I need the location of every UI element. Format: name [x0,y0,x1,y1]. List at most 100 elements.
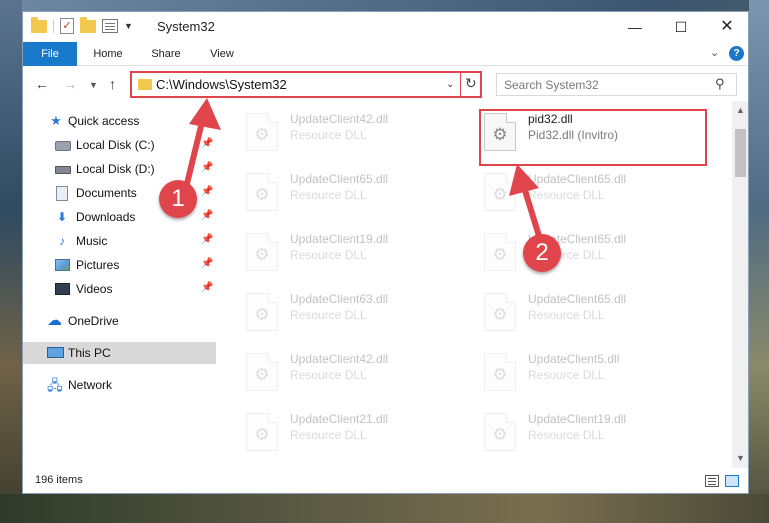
file-description: Resource DLL [290,248,367,262]
annotation-badge-1: 1 [159,180,197,218]
properties-icon[interactable] [102,19,118,33]
pin-icon[interactable]: 📌 [201,282,213,293]
gear-icon: ⚙ [492,185,508,204]
pin-icon[interactable]: 📌 [201,258,213,269]
list-item[interactable]: ⚙ UpdateClient42.dll Resource DLL [240,108,470,168]
file-description: Resource DLL [528,308,605,322]
sidebar-item-label: Quick access [68,114,140,128]
gear-icon: ⚙ [254,305,270,324]
file-name: UpdateClient65.dll [290,172,389,186]
forward-arrow-icon[interactable]: → [63,76,77,92]
list-item[interactable]: ⚙ UpdateClient21.dll Resource DLL [240,408,470,468]
file-description: Resource DLL [290,428,367,442]
sidebar-item-pictures[interactable]: Pictures 📌 [23,254,216,276]
address-bar[interactable]: C:\Windows\System32 ⌄ ↻ [130,71,482,98]
folder-icon [138,79,152,90]
file-description: Resource DLL [290,308,367,322]
sidebar-item-music[interactable]: ♪ Music 📌 [23,230,216,252]
list-item[interactable]: ⚙ UpdateClient42.dll Resource DLL [240,348,470,408]
sidebar-item-videos[interactable]: Videos 📌 [23,278,216,300]
pin-icon[interactable]: 📌 [201,210,213,221]
vertical-scrollbar[interactable]: ▲ ▼ [732,101,748,468]
search-icon[interactable]: ⚲ [715,76,725,92]
new-folder-icon[interactable] [80,16,96,33]
music-icon: ♪ [59,234,65,248]
gear-icon: ⚙ [492,245,508,264]
pid32-highlight-box [479,109,707,166]
network-icon: 🖧 [47,377,63,393]
title-bar: ✓ ▼ System32 — ☐ ✕ [23,12,748,42]
annotation-badge-2: 2 [523,234,561,272]
up-arrow-icon[interactable]: ↑ [109,76,116,92]
large-icons-view-icon[interactable] [725,475,739,487]
list-item[interactable]: ⚙ UpdateClient65.dll Resource DLL [240,168,470,228]
sidebar-item-label: Downloads [76,210,136,224]
search-input[interactable]: Search System32 [504,78,599,92]
file-name: UpdateClient42.dll [290,352,389,366]
file-description: Resource DLL [528,428,605,442]
properties-check-icon[interactable]: ✓ [60,18,74,34]
sidebar-item-label: OneDrive [68,314,119,328]
list-item[interactable]: ⚙ UpdateClient19.dll Resource DLL [240,228,470,288]
file-name: UpdateClient19.dll [528,412,627,426]
sidebar-item-label: Local Disk (D:) [76,162,155,176]
desktop-background-bottom [0,494,769,523]
scroll-down-arrow-icon[interactable]: ▼ [736,453,745,463]
list-item[interactable]: ⚙ UpdateClient5.dll Resource DLL [478,348,708,408]
sidebar-item-network[interactable]: 🖧 Network [23,374,216,396]
item-count: 196 items [35,474,83,486]
sidebar-item-label: Network [68,378,113,392]
list-item[interactable]: ⚙ UpdateClient65.dll Resource DLL [478,288,708,348]
list-item[interactable]: ⚙ UpdateClient63.dll Resource DLL [240,288,470,348]
gear-icon: ⚙ [492,425,508,444]
close-button[interactable]: ✕ [704,12,748,42]
pin-icon[interactable]: 📌 [201,234,213,245]
sidebar-item-label: This PC [68,346,111,360]
sidebar-item-label: Local Disk (C:) [76,138,155,152]
dll-file-icon: ⚙ [484,413,516,451]
scrollbar-thumb[interactable] [735,129,746,177]
help-icon[interactable]: ? [729,46,744,61]
desktop-background-right [749,0,769,523]
folder-icon[interactable] [31,16,47,33]
gear-icon: ⚙ [492,305,508,324]
tab-view[interactable]: View [195,42,249,66]
address-dropdown-chevron-icon[interactable]: ⌄ [446,79,454,90]
maximize-button[interactable]: ☐ [658,12,704,42]
drive-icon [55,141,71,151]
back-arrow-icon[interactable]: ← [35,76,49,92]
dll-file-icon: ⚙ [246,173,278,211]
sidebar-item-this-pc[interactable]: This PC [23,342,216,364]
dll-file-icon: ⚙ [484,353,516,391]
sidebar-item-onedrive[interactable]: ☁ OneDrive [23,310,216,332]
file-name: UpdateClient42.dll [290,112,389,126]
address-path[interactable]: C:\Windows\System32 [156,77,287,92]
navigation-bar: ← → ▼ ↑ C:\Windows\System32 ⌄ ↻ Search S… [23,67,748,101]
tab-share[interactable]: Share [139,42,193,66]
dll-file-icon: ⚙ [246,353,278,391]
file-explorer-window: ✓ ▼ System32 — ☐ ✕ File Home Share View … [22,11,749,494]
file-description: Resource DLL [290,128,367,142]
details-view-icon[interactable] [705,475,719,487]
gear-icon: ⚙ [254,125,270,144]
scroll-up-arrow-icon[interactable]: ▲ [736,105,745,115]
address-divider [460,73,461,96]
expand-ribbon-chevron-icon[interactable]: ⌄ [710,46,719,59]
customize-toolbar-chevron-down-icon[interactable]: ▼ [124,21,133,31]
refresh-icon[interactable]: ↻ [465,75,477,92]
ribbon-tabs: File Home Share View ⌄ ? [23,42,748,66]
sidebar-item-label: Pictures [76,258,120,272]
recent-locations-chevron-icon[interactable]: ▼ [89,80,98,90]
list-item[interactable]: ⚙ UpdateClient19.dll Resource DLL [478,408,708,468]
minimize-button[interactable]: — [612,12,658,42]
download-icon: ⬇ [56,210,68,224]
pc-icon [47,347,64,358]
quick-access-toolbar: ✓ ▼ [31,16,133,34]
tab-file[interactable]: File [23,42,77,66]
onedrive-icon: ☁ [47,312,62,329]
search-box[interactable]: Search System32 ⚲ [496,73,737,96]
sidebar-item-label: Videos [76,282,113,296]
pictures-icon [55,259,70,271]
tab-home[interactable]: Home [81,42,135,66]
file-description: Resource DLL [290,188,367,202]
